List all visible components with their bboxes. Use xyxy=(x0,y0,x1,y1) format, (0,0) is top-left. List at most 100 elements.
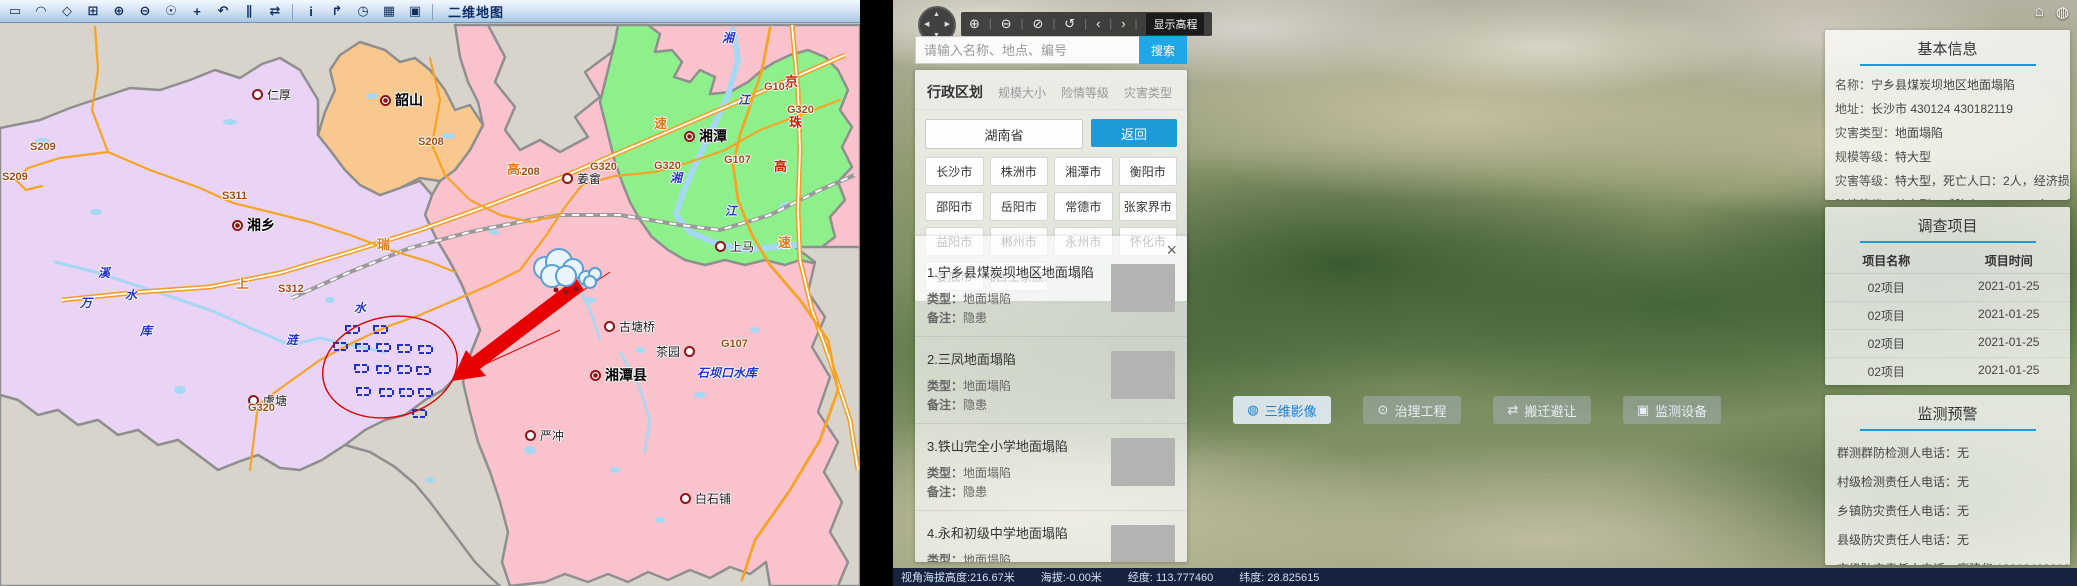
thumbnail xyxy=(1111,351,1175,399)
pan-icon[interactable]: + xyxy=(186,2,208,20)
city-button[interactable]: 长沙市 xyxy=(925,157,984,186)
monitor-row: 群测群防检测人电话：无 xyxy=(1825,438,2070,467)
map-toolbar: ▭ ◠ ◇ ⊞ ⊕ ⊖ ☉ + ↶ ∥ xyxy=(0,0,860,23)
tab-danger-level[interactable]: 险情等级 xyxy=(1061,84,1109,101)
monitor-rows: 群测群防检测人电话：无 村级检测责任人电话：无 乡镇防灾责任人电话：无 县级防灾… xyxy=(1825,438,2070,565)
gear-icon: ⊙ xyxy=(1378,402,1389,418)
city-button[interactable]: 邵阳市 xyxy=(925,192,984,221)
table-row[interactable]: 02项目 2021-01-25 xyxy=(1825,330,2070,358)
full-extent-icon[interactable]: ☉ xyxy=(160,2,182,20)
map-canvas[interactable]: 仁厚 韶山 湘乡 姜畲 湘潭 上马 古塘桥 茶园 湘潭县 xyxy=(0,22,860,586)
longitude: 经度: 113.777460 xyxy=(1128,569,1213,585)
swap-icon[interactable]: ⇄ xyxy=(264,2,286,20)
print-preview-icon[interactable]: ▣ xyxy=(404,2,426,20)
title-underline xyxy=(1860,64,2036,66)
back-view-icon[interactable]: ‹ xyxy=(1096,12,1100,36)
reset-view-icon[interactable]: ↺ xyxy=(1064,12,1075,36)
monitor-row: 村级检测责任人电话：无 xyxy=(1825,467,2070,496)
tab-scale-size[interactable]: 规模大小 xyxy=(998,84,1046,101)
table-row[interactable]: 02项目 2021-01-25 xyxy=(1825,302,2070,330)
btn-treatment-project[interactable]: ⊙治理工程 xyxy=(1363,396,1461,424)
separator[interactable]: │ xyxy=(290,2,296,20)
thumbnail xyxy=(1111,438,1175,486)
identify-icon[interactable]: i xyxy=(300,2,322,20)
zoom-in-icon[interactable]: ⊕ xyxy=(969,12,980,36)
device-icon: ▣ xyxy=(1637,402,1649,418)
zoom-out-icon[interactable]: ⊖ xyxy=(134,2,156,20)
back-button[interactable]: 返回 xyxy=(1091,119,1177,147)
city-button[interactable]: 湘潭市 xyxy=(1054,157,1113,186)
list-item[interactable]: 1.宁乡县煤炭坝地区地面塌陷 类型：地面塌陷 备注：隐患 xyxy=(915,236,1187,337)
zoom-in-icon[interactable]: ⊕ xyxy=(108,2,130,20)
title-underline xyxy=(1860,241,2036,243)
grid-layers-icon[interactable]: ⊞ xyxy=(82,2,104,20)
measure-area-icon[interactable]: ◇ xyxy=(56,2,78,20)
info-row: 险情等级：特大型，威胁人口：21934人，威胁财产... xyxy=(1825,193,2070,200)
city-button[interactable]: 常德市 xyxy=(1054,192,1113,221)
province-button[interactable]: 湖南省 xyxy=(925,119,1083,149)
panel-title: 监测预警 xyxy=(1825,395,2070,429)
measure-distance-icon[interactable]: ◠ xyxy=(30,2,52,20)
status-bar: 视角海拔高度:216.67米 海拔:-0.00米 经度: 113.777460 … xyxy=(893,568,2077,586)
altitude: 海拔:-0.00米 xyxy=(1041,569,1102,585)
survey-rows: 02项目 2021-01-25 02项目 2021-01-25 02项目 202… xyxy=(1825,274,2070,385)
city-button[interactable]: 衡阳市 xyxy=(1119,157,1178,186)
info-row: 名称：宁乡县煤炭坝地区地面塌陷 xyxy=(1825,73,2070,97)
close-icon[interactable]: × xyxy=(1166,240,1177,261)
circle-select-icon[interactable]: ⊘ xyxy=(1033,12,1044,36)
search-bar: 搜索 xyxy=(915,36,1187,64)
toolbar-icons: ▭ ◠ ◇ ⊞ ⊕ ⊖ ☉ + ↶ ∥ xyxy=(4,2,436,20)
forward-view-icon[interactable]: › xyxy=(1121,12,1125,36)
city-button[interactable]: 张家界市 xyxy=(1119,192,1178,221)
previous-view-icon[interactable]: ↶ xyxy=(212,2,234,20)
basic-info-rows: 名称：宁乡县煤炭坝地区地面塌陷 地址：长沙市 430124 430182119 … xyxy=(1825,73,2070,200)
corner-icons: ⌂ ◍ xyxy=(2035,3,2069,21)
map-vector-layer xyxy=(0,22,860,586)
pause-icon[interactable]: ∥ xyxy=(238,2,260,20)
search-input[interactable] xyxy=(915,36,1139,64)
province-row: 湖南省 返回 xyxy=(915,110,1187,149)
table-row[interactable]: 02项目 2021-01-25 xyxy=(1825,274,2070,302)
app-window: ▭ ◠ ◇ ⊞ ⊕ ⊖ ☉ + ↶ ∥ xyxy=(0,0,2077,586)
city-button[interactable]: 岳阳市 xyxy=(990,192,1049,221)
ruler-icon[interactable]: ▭ xyxy=(4,2,26,20)
thumbnail xyxy=(1111,525,1175,562)
map-3d-section: ▲▼ ◀▶ ⊕| ⊖| ⊘| ↺| ‹| ›| 显示高程 搜索 行政区划 规模大… xyxy=(893,0,2077,586)
title-underline xyxy=(1860,429,2036,431)
relocation-icon: ⇄ xyxy=(1508,402,1519,418)
bottom-buttons: ◍三维影像 ⊙治理工程 ⇄搬迁避让 ▣监测设备 xyxy=(1233,396,1721,424)
separator[interactable]: │ xyxy=(430,2,436,20)
globe-3d-icon: ◍ xyxy=(1247,402,1258,418)
monitor-panel: 监测预警 群测群防检测人电话：无 村级检测责任人电话：无 乡镇防灾责任人电话：无… xyxy=(1825,395,2070,565)
home-icon[interactable]: ⌂ xyxy=(2035,3,2044,21)
3d-toolbar: ⊕| ⊖| ⊘| ↺| ‹| ›| 显示高程 xyxy=(961,12,1212,36)
disaster-list-panel: × 1.宁乡县煤炭坝地区地面塌陷 类型：地面塌陷 备注：隐患 2.三凤地面塌陷 … xyxy=(915,236,1187,562)
export-icon[interactable]: ↱ xyxy=(326,2,348,20)
list-item[interactable]: 2.三凤地面塌陷 类型：地面塌陷 备注：隐患 xyxy=(915,337,1187,424)
table-header: 项目名称 项目时间 xyxy=(1825,250,2070,274)
monitor-row: 乡镇防灾责任人电话：无 xyxy=(1825,496,2070,525)
city-button[interactable]: 株洲市 xyxy=(990,157,1049,186)
list-item[interactable]: 4.永和初级中学地面塌陷 类型：地面塌陷 备注：隐患 xyxy=(915,511,1187,562)
map-mode-label[interactable]: 二维地图 xyxy=(440,2,512,21)
latitude: 纬度: 28.825615 xyxy=(1239,569,1319,585)
btn-monitor-device[interactable]: ▣监测设备 xyxy=(1623,396,1721,424)
history-icon[interactable]: ◷ xyxy=(352,2,374,20)
tab-disaster-type[interactable]: 灾害类型 xyxy=(1124,84,1172,101)
print-icon[interactable]: ▦ xyxy=(378,2,400,20)
panel-title: 基本信息 xyxy=(1825,30,2070,64)
layers-globe-icon[interactable]: ◍ xyxy=(2056,3,2069,21)
btn-3d-imagery[interactable]: ◍三维影像 xyxy=(1233,396,1331,424)
section-divider xyxy=(860,0,893,586)
table-row[interactable]: 02项目 2021-01-25 xyxy=(1825,358,2070,385)
monitor-row: 县级防灾责任人电话：无 xyxy=(1825,525,2070,554)
tab-admin-division[interactable]: 行政区划 xyxy=(927,82,983,102)
zoom-out-icon[interactable]: ⊖ xyxy=(1001,12,1012,36)
btn-relocation[interactable]: ⇄搬迁避让 xyxy=(1493,396,1591,424)
search-button[interactable]: 搜索 xyxy=(1139,36,1187,64)
list-item[interactable]: 3.铁山完全小学地面塌陷 类型：地面塌陷 备注：隐患 xyxy=(915,424,1187,511)
info-row: 地址：长沙市 430124 430182119 xyxy=(1825,97,2070,121)
view-altitude: 视角海拔高度:216.67米 xyxy=(901,569,1015,585)
thumbnail xyxy=(1111,264,1175,312)
show-elevation-button[interactable]: 显示高程 xyxy=(1146,13,1204,35)
